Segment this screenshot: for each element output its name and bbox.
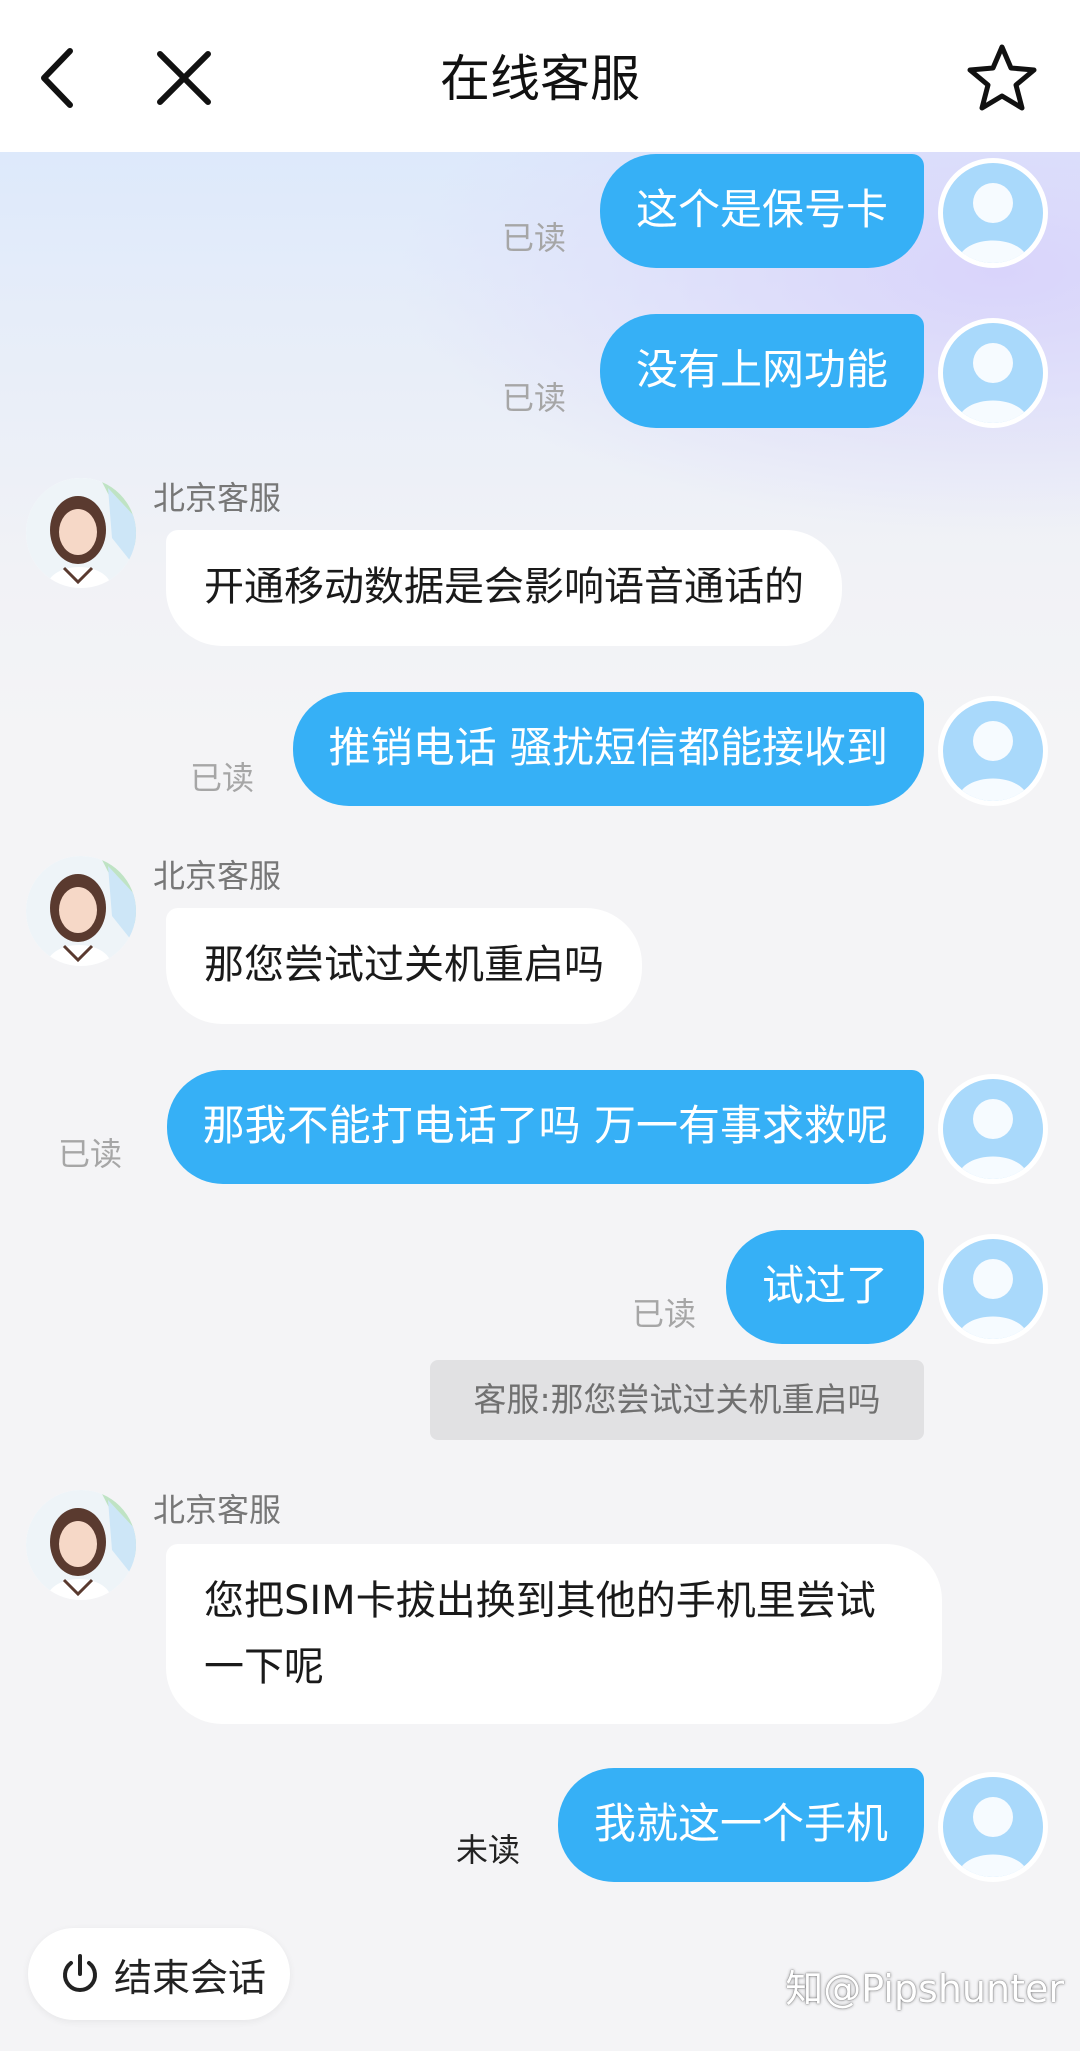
page-title: 在线客服	[440, 50, 640, 108]
read-status: 已读	[632, 1295, 697, 1333]
read-status: 已读	[502, 219, 567, 257]
user-message-bubble[interactable]: 推销电话 骚扰短信都能接收到	[292, 692, 924, 806]
user-message-bubble[interactable]: 没有上网功能	[599, 314, 924, 428]
person-icon	[957, 183, 1029, 263]
person-icon	[957, 1797, 1029, 1877]
agent-message-bubble[interactable]: 那您尝试过关机重启吗	[166, 908, 642, 1024]
user-avatar[interactable]	[938, 1772, 1048, 1882]
agent-photo-icon	[26, 856, 136, 966]
read-status: 已读	[190, 759, 255, 797]
person-icon	[957, 343, 1029, 423]
agent-photo-icon	[26, 1490, 136, 1600]
user-avatar[interactable]	[938, 1074, 1048, 1184]
user-message-bubble[interactable]: 试过了	[725, 1230, 924, 1344]
end-session-label: 结束会话	[114, 1955, 267, 2000]
agent-message-bubble[interactable]: 您把SIM卡拔出换到其他的手机里尝试一下呢	[166, 1544, 942, 1724]
read-status: 已读	[58, 1135, 123, 1173]
watermark: 知@Pipshunter	[785, 1967, 1064, 2011]
user-message-bubble[interactable]: 我就这一个手机	[557, 1768, 924, 1882]
user-avatar[interactable]	[938, 318, 1048, 428]
agent-name: 北京客服	[153, 1491, 282, 1529]
agent-avatar[interactable]	[26, 478, 136, 588]
agent-message-bubble[interactable]: 开通移动数据是会影响语音通话的	[166, 530, 842, 646]
user-avatar[interactable]	[938, 1234, 1048, 1344]
user-avatar[interactable]	[938, 158, 1048, 268]
power-icon	[63, 1954, 97, 1992]
user-avatar[interactable]	[938, 696, 1048, 806]
person-icon	[957, 1259, 1029, 1339]
agent-avatar[interactable]	[26, 1490, 136, 1600]
end-session-button[interactable]: 结束会话	[28, 1928, 290, 2020]
agent-name: 北京客服	[153, 479, 282, 517]
user-message-bubble[interactable]: 那我不能打电话了吗 万一有事求救呢	[166, 1070, 924, 1184]
top-bar: 在线客服	[0, 0, 1080, 152]
agent-name: 北京客服	[153, 857, 282, 895]
read-status: 已读	[502, 379, 567, 417]
quoted-message[interactable]: 客服:那您尝试过关机重启吗	[430, 1360, 924, 1440]
user-message-bubble[interactable]: 这个是保号卡	[599, 154, 924, 268]
star-outline-icon	[967, 44, 1037, 111]
unread-status: 未读	[456, 1831, 521, 1869]
agent-photo-icon	[26, 478, 136, 588]
person-icon	[957, 1099, 1029, 1179]
person-icon	[957, 721, 1029, 801]
favorite-button[interactable]	[960, 36, 1044, 120]
agent-avatar[interactable]	[26, 856, 136, 966]
